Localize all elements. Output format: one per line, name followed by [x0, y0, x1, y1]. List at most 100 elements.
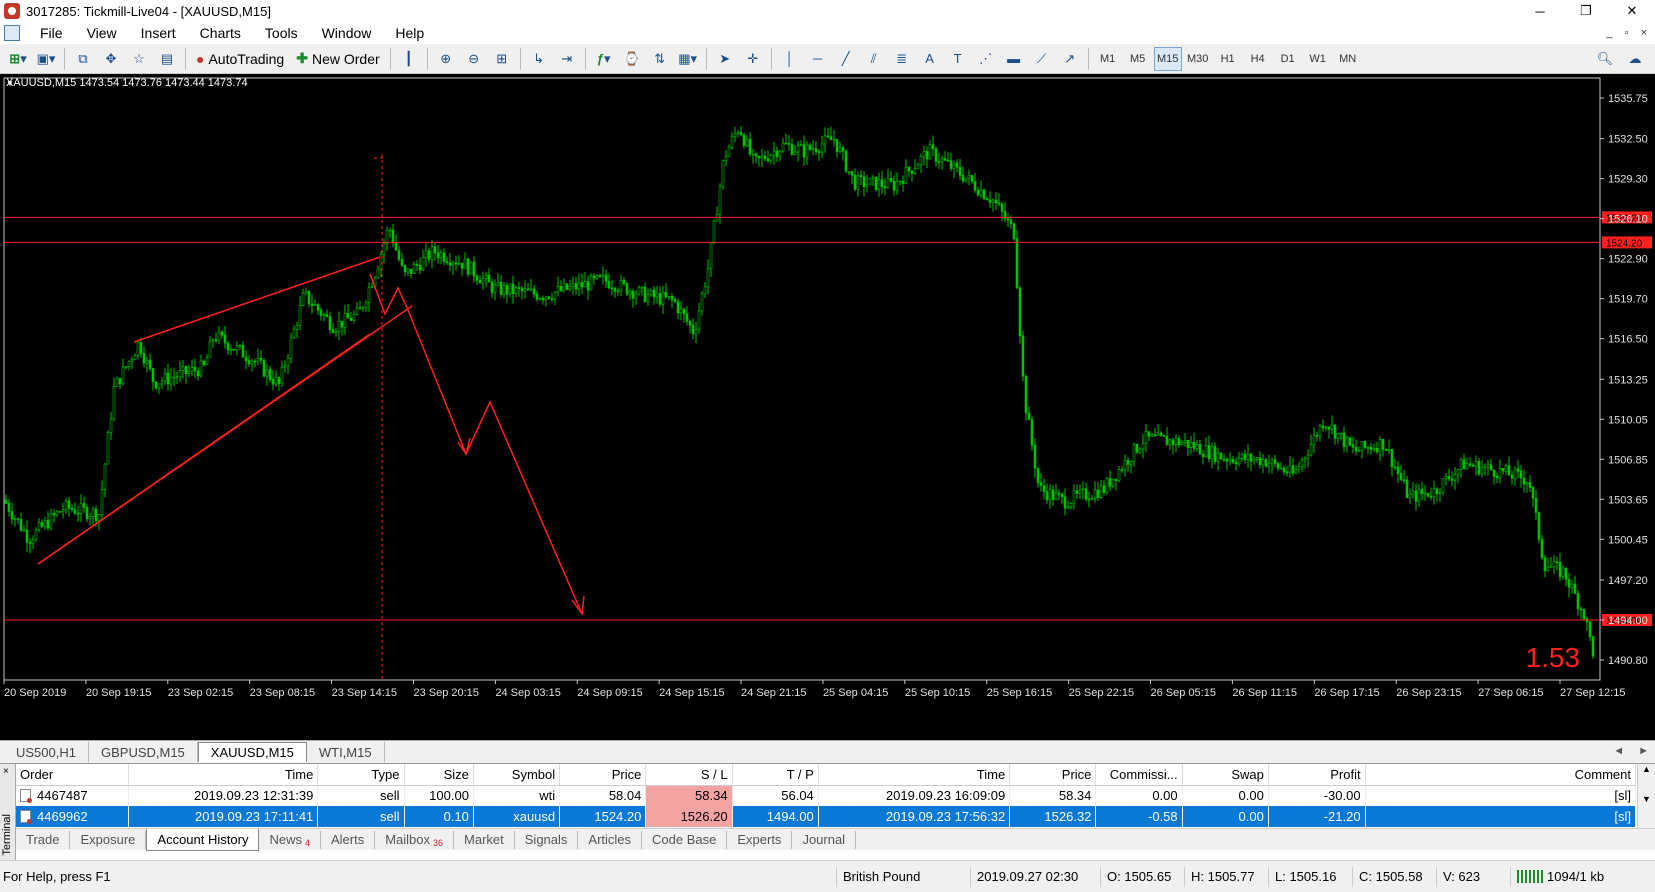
zoom-in-icon[interactable]: ⊕: [434, 47, 458, 71]
connection-status[interactable]: 1094/1 kb: [1510, 866, 1650, 887]
tab-signals[interactable]: Signals: [515, 830, 579, 849]
rectangle-icon[interactable]: ▬: [1002, 47, 1026, 71]
col-price[interactable]: Price: [559, 764, 647, 786]
community-icon[interactable]: ☁: [1623, 47, 1647, 71]
trader-drawings[interactable]: [37, 154, 585, 680]
tab-code-base[interactable]: Code Base: [642, 830, 728, 849]
mdi-minimize-button[interactable]: _: [1607, 27, 1613, 39]
tab-account-history[interactable]: Account History: [146, 828, 260, 851]
col-close-time[interactable]: Time: [818, 764, 1011, 786]
new-chart-icon[interactable]: ⊞ ▾: [6, 47, 30, 71]
tab-alerts[interactable]: Alerts: [321, 830, 376, 849]
col-tp[interactable]: T / P: [732, 764, 819, 786]
tab-gbpusd-m15[interactable]: GBPUSD,M15: [89, 742, 198, 762]
timeframe-m15[interactable]: M15: [1153, 46, 1182, 71]
tile-windows-icon[interactable]: ⊞: [490, 47, 514, 71]
col-order[interactable]: Order: [16, 764, 130, 786]
table-row-selected[interactable]: 4469962 2019.09.23 17:11:41 sell 0.10 xa…: [16, 806, 1637, 827]
menu-charts[interactable]: Charts: [188, 25, 253, 41]
vertical-line-icon[interactable]: │: [778, 47, 802, 71]
restore-button[interactable]: ❐: [1563, 0, 1609, 22]
scroll-left-icon[interactable]: ◄: [1613, 745, 1624, 757]
tab-us500-h1[interactable]: US500,H1: [4, 742, 89, 762]
col-close-price[interactable]: Price: [1009, 764, 1097, 786]
bar-chart-icon[interactable]: ┃: [397, 47, 421, 71]
table-scrollbar[interactable]: ▲ ▼: [1637, 764, 1655, 828]
tab-articles[interactable]: Articles: [578, 830, 643, 849]
close-button[interactable]: ✕: [1609, 0, 1655, 22]
projected-path-arrow[interactable]: [369, 273, 583, 615]
cursor-icon[interactable]: ➤: [713, 47, 737, 71]
terminal-close-icon[interactable]: ×: [3, 766, 9, 777]
fibonacci-icon[interactable]: ≣: [890, 47, 914, 71]
tab-market[interactable]: Market: [454, 830, 515, 849]
tab-mailbox[interactable]: Mailbox 36: [375, 830, 455, 849]
col-type[interactable]: Type: [317, 764, 405, 786]
indicators-icon[interactable]: ƒ ▾: [592, 47, 616, 71]
chart-shift-icon[interactable]: ⇥: [555, 47, 579, 71]
col-sl[interactable]: S / L: [645, 764, 733, 786]
market-watch-icon[interactable]: ⧉: [71, 47, 95, 71]
candle-body: [217, 331, 221, 341]
autotrading-button[interactable]: ● AutoTrading: [192, 47, 288, 71]
tab-trade[interactable]: Trade: [16, 830, 71, 849]
mdi-restore-button[interactable]: ▫: [1625, 27, 1629, 39]
tab-wti-m15[interactable]: WTI,M15: [307, 742, 385, 762]
trendline-icon[interactable]: ╱: [834, 47, 858, 71]
text-icon[interactable]: A: [918, 47, 942, 71]
menu-view[interactable]: View: [75, 25, 129, 41]
profiles-icon[interactable]: ▣▾: [34, 47, 58, 71]
menu-tools[interactable]: Tools: [253, 25, 310, 41]
crosshair-icon[interactable]: ✛: [741, 47, 765, 71]
timeframe-m30[interactable]: M30: [1184, 47, 1212, 71]
col-size[interactable]: Size: [404, 764, 474, 786]
chart-window-icon[interactable]: [4, 25, 20, 41]
navigator-icon[interactable]: ✥: [99, 47, 123, 71]
col-commission[interactable]: Commissi...: [1095, 764, 1183, 786]
horizontal-line-icon[interactable]: ─: [806, 47, 830, 71]
col-symbol[interactable]: Symbol: [473, 764, 561, 786]
tab-exposure[interactable]: Exposure: [70, 830, 147, 849]
chart-properties-icon[interactable]: ▦▾: [676, 47, 700, 71]
tab-journal[interactable]: Journal: [792, 830, 857, 849]
favorites-icon[interactable]: ☆: [127, 47, 151, 71]
mdi-close-button[interactable]: ×: [1641, 27, 1647, 39]
col-swap[interactable]: Swap: [1182, 764, 1269, 786]
fibo-fan-icon[interactable]: ⋰: [974, 47, 998, 71]
equidistant-channel-icon[interactable]: ⫽: [862, 47, 886, 71]
tab-news[interactable]: News 4: [259, 830, 321, 849]
timeframe-h1[interactable]: H1: [1214, 47, 1242, 71]
price-chart[interactable]: 1526.20 1524.20 1494.00 1535.75 1532.50 1529…: [0, 74, 1655, 740]
text-label-icon[interactable]: T: [946, 47, 970, 71]
menu-help[interactable]: Help: [383, 25, 436, 41]
arrows-icon[interactable]: ↗: [1058, 47, 1082, 71]
scroll-right-icon[interactable]: ►: [1638, 745, 1649, 757]
chart-canvas[interactable]: 1526.201524.201494.00 1535.751532.501529…: [0, 74, 1655, 740]
minimize-button[interactable]: ─: [1517, 0, 1563, 22]
timeframe-d1[interactable]: D1: [1274, 47, 1302, 71]
col-comment[interactable]: Comment: [1365, 764, 1637, 786]
periods-icon[interactable]: ⌚: [620, 47, 644, 71]
menu-file[interactable]: File: [28, 25, 75, 41]
terminal-icon[interactable]: ▤: [155, 47, 179, 71]
col-profit[interactable]: Profit: [1268, 764, 1366, 786]
table-row[interactable]: 4467487 2019.09.23 12:31:39 sell 100.00 …: [16, 785, 1637, 806]
timeframe-m5[interactable]: M5: [1124, 47, 1152, 71]
collapse-triangle-icon[interactable]: ▼: [6, 79, 14, 88]
zoom-out-icon[interactable]: ⊖: [462, 47, 486, 71]
templates-icon[interactable]: ⇅: [648, 47, 672, 71]
autoscroll-icon[interactable]: ↳: [527, 47, 551, 71]
timeframe-mn[interactable]: MN: [1334, 47, 1362, 71]
timeframe-h4[interactable]: H4: [1244, 47, 1272, 71]
new-order-button[interactable]: ✚ New Order: [292, 47, 383, 71]
tab-xauusd-m15[interactable]: XAUUSD,M15: [197, 742, 307, 762]
menu-window[interactable]: Window: [310, 25, 384, 41]
timeframe-w1[interactable]: W1: [1304, 47, 1332, 71]
col-time[interactable]: Time: [128, 764, 319, 786]
wedge-top-trendline[interactable]: [133, 256, 381, 343]
tab-experts[interactable]: Experts: [727, 830, 793, 849]
search-icon[interactable]: 🔍︎: [1593, 47, 1617, 71]
timeframe-m1[interactable]: M1: [1094, 47, 1122, 71]
menu-insert[interactable]: Insert: [129, 25, 188, 41]
gann-icon[interactable]: ⟋: [1030, 47, 1054, 71]
